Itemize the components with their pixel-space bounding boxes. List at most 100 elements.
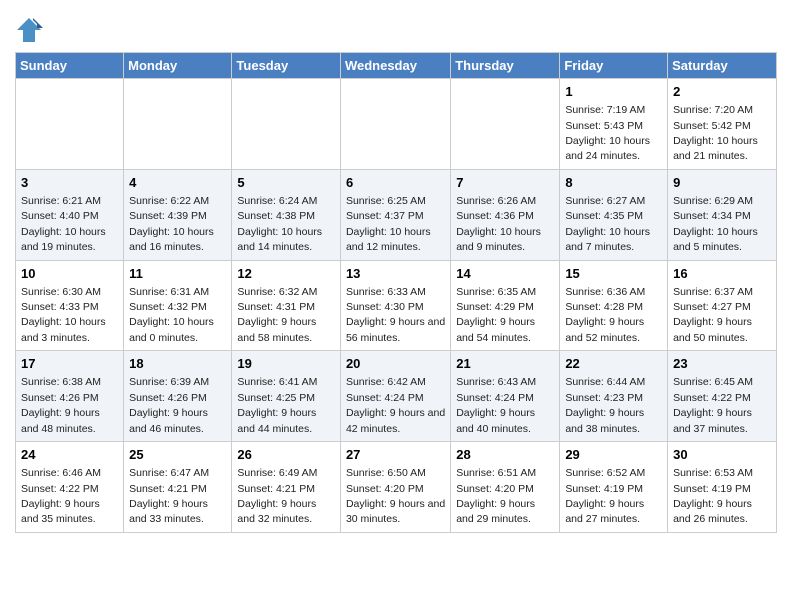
day-info: Sunrise: 6:24 AM Sunset: 4:38 PM Dayligh… [237,195,322,253]
day-cell: 7 Sunrise: 6:26 AM Sunset: 4:36 PM Daylig… [451,169,560,260]
day-info: Sunrise: 6:33 AM Sunset: 4:30 PM Dayligh… [346,286,445,344]
day-cell: 2 Sunrise: 7:20 AM Sunset: 5:42 PM Daylig… [668,79,777,170]
day-number: 7 [456,174,554,192]
day-info: Sunrise: 6:44 AM Sunset: 4:23 PM Dayligh… [565,376,645,434]
day-number: 10 [21,265,118,283]
day-cell: 26 Sunrise: 6:49 AM Sunset: 4:21 PM Dayli… [232,442,341,533]
day-number: 25 [129,446,226,464]
day-info: Sunrise: 6:42 AM Sunset: 4:24 PM Dayligh… [346,376,445,434]
day-cell [340,79,450,170]
week-row-3: 17Sunrise: 6:38 AM Sunset: 4:26 PM Dayli… [16,351,777,442]
day-cell: 4Sunrise: 6:22 AM Sunset: 4:39 PM Daylig… [124,169,232,260]
day-info: Sunrise: 6:26 AM Sunset: 4:36 PM Dayligh… [456,195,541,253]
day-cell: 28 Sunrise: 6:51 AM Sunset: 4:20 PM Dayli… [451,442,560,533]
day-number: 26 [237,446,335,464]
day-cell: 1 Sunrise: 7:19 AM Sunset: 5:43 PM Daylig… [560,79,668,170]
week-row-1: 3Sunrise: 6:21 AM Sunset: 4:40 PM Daylig… [16,169,777,260]
day-number: 3 [21,174,118,192]
day-info: Sunrise: 6:30 AM Sunset: 4:33 PM Dayligh… [21,286,106,344]
day-cell: 5 Sunrise: 6:24 AM Sunset: 4:38 PM Daylig… [232,169,341,260]
day-cell: 10 Sunrise: 6:30 AM Sunset: 4:33 PM Dayli… [16,260,124,351]
logo [15,16,47,44]
day-info: Sunrise: 6:31 AM Sunset: 4:32 PM Dayligh… [129,286,214,344]
day-cell: 18 Sunrise: 6:39 AM Sunset: 4:26 PM Dayli… [124,351,232,442]
day-number: 23 [673,355,771,373]
col-header-saturday: Saturday [668,53,777,79]
day-info: Sunrise: 6:45 AM Sunset: 4:22 PM Dayligh… [673,376,753,434]
day-cell: 30 Sunrise: 6:53 AM Sunset: 4:19 PM Dayli… [668,442,777,533]
day-cell: 14Sunrise: 6:35 AM Sunset: 4:29 PM Dayli… [451,260,560,351]
day-number: 6 [346,174,445,192]
logo-icon [15,16,43,44]
day-number: 30 [673,446,771,464]
day-info: Sunrise: 6:46 AM Sunset: 4:22 PM Dayligh… [21,467,101,525]
week-row-0: 1 Sunrise: 7:19 AM Sunset: 5:43 PM Daylig… [16,79,777,170]
day-number: 28 [456,446,554,464]
day-cell [232,79,341,170]
day-cell: 24 Sunrise: 6:46 AM Sunset: 4:22 PM Dayli… [16,442,124,533]
day-number: 22 [565,355,662,373]
day-info: Sunrise: 6:52 AM Sunset: 4:19 PM Dayligh… [565,467,645,525]
day-cell: 20 Sunrise: 6:42 AM Sunset: 4:24 PM Dayli… [340,351,450,442]
day-number: 24 [21,446,118,464]
day-number: 21 [456,355,554,373]
col-header-monday: Monday [124,53,232,79]
day-number: 2 [673,83,771,101]
day-number: 13 [346,265,445,283]
calendar-table: SundayMondayTuesdayWednesdayThursdayFrid… [15,52,777,533]
day-cell: 17Sunrise: 6:38 AM Sunset: 4:26 PM Dayli… [16,351,124,442]
col-header-tuesday: Tuesday [232,53,341,79]
day-info: Sunrise: 7:20 AM Sunset: 5:42 PM Dayligh… [673,104,758,162]
day-info: Sunrise: 6:37 AM Sunset: 4:27 PM Dayligh… [673,286,753,344]
day-cell: 22 Sunrise: 6:44 AM Sunset: 4:23 PM Dayli… [560,351,668,442]
day-number: 20 [346,355,445,373]
day-cell: 9 Sunrise: 6:29 AM Sunset: 4:34 PM Daylig… [668,169,777,260]
week-row-4: 24 Sunrise: 6:46 AM Sunset: 4:22 PM Dayli… [16,442,777,533]
day-info: Sunrise: 6:25 AM Sunset: 4:37 PM Dayligh… [346,195,431,253]
day-info: Sunrise: 6:51 AM Sunset: 4:20 PM Dayligh… [456,467,536,525]
day-cell: 23 Sunrise: 6:45 AM Sunset: 4:22 PM Dayli… [668,351,777,442]
day-number: 5 [237,174,335,192]
day-number: 16 [673,265,771,283]
day-number: 14 [456,265,554,283]
col-header-friday: Friday [560,53,668,79]
day-number: 9 [673,174,771,192]
day-cell [451,79,560,170]
day-cell: 19Sunrise: 6:41 AM Sunset: 4:25 PM Dayli… [232,351,341,442]
day-cell: 11 Sunrise: 6:31 AM Sunset: 4:32 PM Dayli… [124,260,232,351]
day-number: 4 [129,174,226,192]
day-cell: 25Sunrise: 6:47 AM Sunset: 4:21 PM Dayli… [124,442,232,533]
header [15,10,777,44]
day-number: 19 [237,355,335,373]
day-number: 15 [565,265,662,283]
day-number: 18 [129,355,226,373]
day-number: 27 [346,446,445,464]
day-cell: 29 Sunrise: 6:52 AM Sunset: 4:19 PM Dayli… [560,442,668,533]
day-info: Sunrise: 6:50 AM Sunset: 4:20 PM Dayligh… [346,467,445,525]
day-cell: 21Sunrise: 6:43 AM Sunset: 4:24 PM Dayli… [451,351,560,442]
day-number: 1 [565,83,662,101]
day-info: Sunrise: 6:29 AM Sunset: 4:34 PM Dayligh… [673,195,758,253]
day-cell: 3Sunrise: 6:21 AM Sunset: 4:40 PM Daylig… [16,169,124,260]
day-cell: 16 Sunrise: 6:37 AM Sunset: 4:27 PM Dayli… [668,260,777,351]
day-cell: 8 Sunrise: 6:27 AM Sunset: 4:35 PM Daylig… [560,169,668,260]
day-info: Sunrise: 7:19 AM Sunset: 5:43 PM Dayligh… [565,104,650,162]
col-header-sunday: Sunday [16,53,124,79]
day-cell [16,79,124,170]
col-header-thursday: Thursday [451,53,560,79]
day-info: Sunrise: 6:39 AM Sunset: 4:26 PM Dayligh… [129,376,209,434]
day-number: 29 [565,446,662,464]
day-info: Sunrise: 6:49 AM Sunset: 4:21 PM Dayligh… [237,467,317,525]
day-info: Sunrise: 6:36 AM Sunset: 4:28 PM Dayligh… [565,286,645,344]
day-cell: 27 Sunrise: 6:50 AM Sunset: 4:20 PM Dayli… [340,442,450,533]
day-cell: 15 Sunrise: 6:36 AM Sunset: 4:28 PM Dayli… [560,260,668,351]
day-number: 17 [21,355,118,373]
day-cell [124,79,232,170]
day-number: 11 [129,265,226,283]
day-number: 12 [237,265,335,283]
col-header-wednesday: Wednesday [340,53,450,79]
day-info: Sunrise: 6:27 AM Sunset: 4:35 PM Dayligh… [565,195,650,253]
day-number: 8 [565,174,662,192]
day-cell: 12Sunrise: 6:32 AM Sunset: 4:31 PM Dayli… [232,260,341,351]
day-info: Sunrise: 6:53 AM Sunset: 4:19 PM Dayligh… [673,467,753,525]
